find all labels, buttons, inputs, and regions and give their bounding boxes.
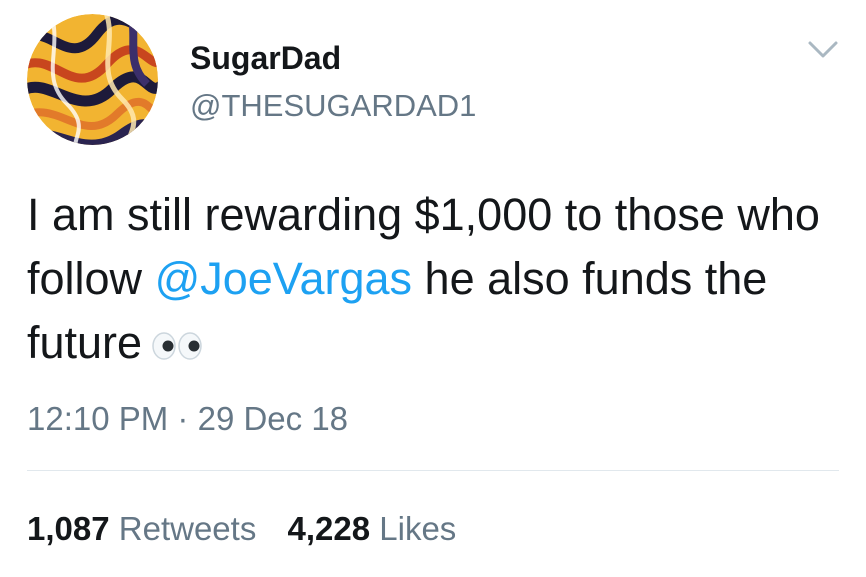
tweet-stats: 1,087 Retweets 4,228 Likes <box>27 510 478 548</box>
tweet-date: 29 Dec 18 <box>197 400 349 437</box>
mention-link[interactable]: @JoeVargas <box>155 253 412 304</box>
likes-label: Likes <box>379 510 457 547</box>
chevron-down-icon[interactable] <box>806 38 840 62</box>
retweets-stat[interactable]: 1,087 Retweets <box>27 510 256 547</box>
user-handle[interactable]: @THESUGARDAD1 <box>190 88 476 124</box>
tweet-time: 12:10 PM <box>27 400 169 437</box>
retweets-label: Retweets <box>118 510 257 547</box>
avatar[interactable] <box>27 14 158 145</box>
timestamp[interactable]: 12:10 PM · 29 Dec 18 <box>27 400 348 438</box>
likes-stat[interactable]: 4,228 Likes <box>288 510 457 547</box>
display-name[interactable]: SugarDad <box>190 40 341 77</box>
avatar-image <box>27 14 158 145</box>
eyes-icon <box>150 314 206 378</box>
tweet-text: I am still rewarding $1,000 to those who… <box>27 183 847 378</box>
likes-count: 4,228 <box>287 510 371 547</box>
divider <box>27 470 839 471</box>
retweets-count: 1,087 <box>27 510 110 547</box>
separator: · <box>177 400 189 437</box>
